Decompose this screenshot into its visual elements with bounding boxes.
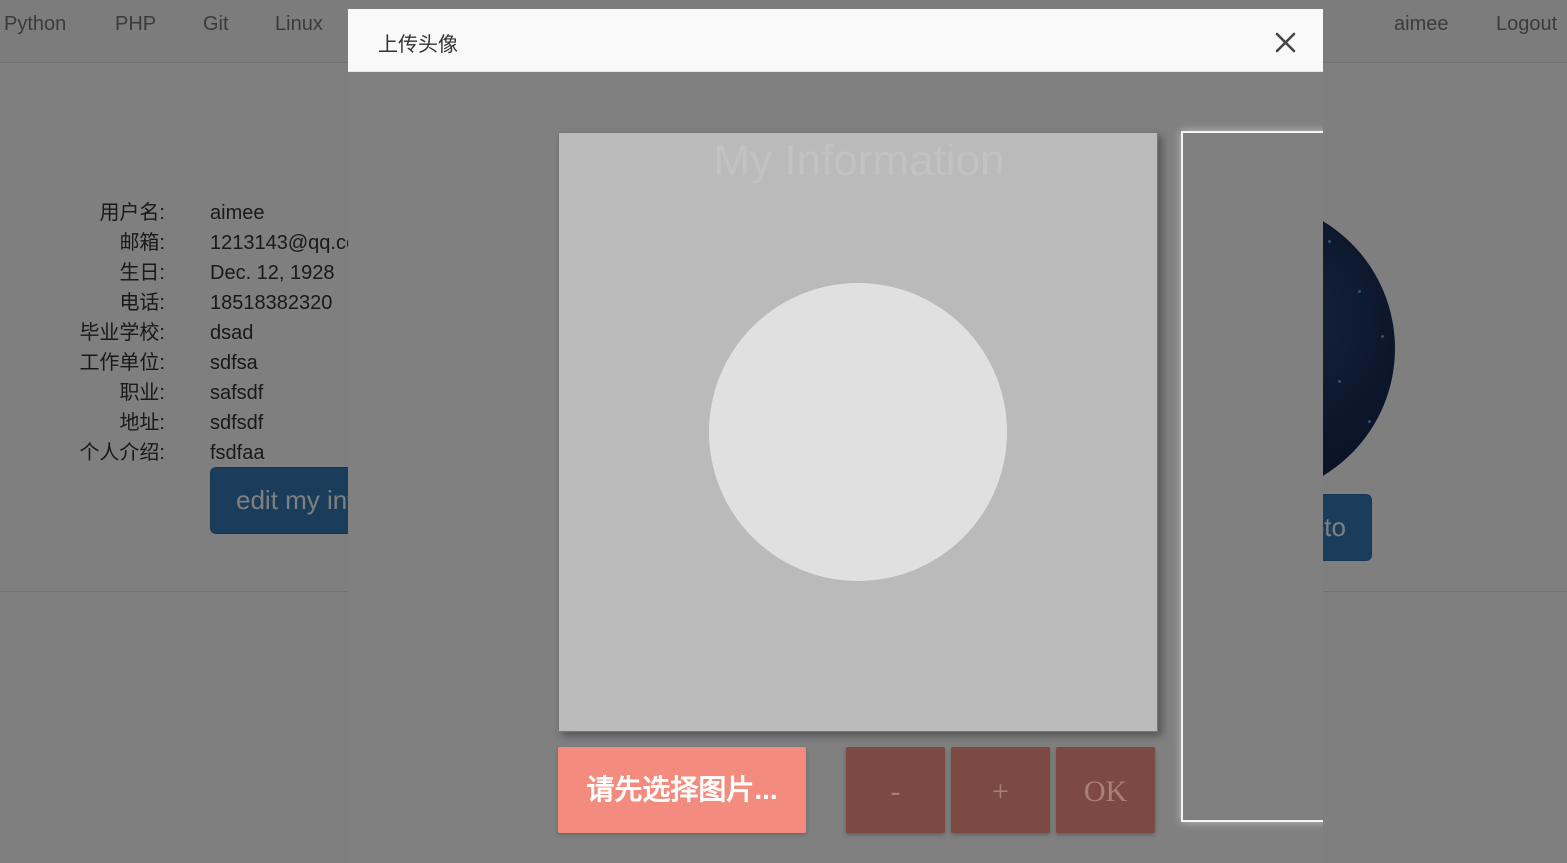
modal-title: 上传头像 [378,34,458,56]
crop-background-ghost-text: My Information [713,136,1005,185]
select-image-button[interactable]: 请先选择图片... [558,747,806,833]
ok-button[interactable]: OK [1056,747,1155,833]
avatar-preview [1181,131,1323,822]
image-crop-area[interactable]: My Information [558,132,1158,732]
modal-header: 上传头像 [348,9,1323,72]
zoom-in-button[interactable]: + [951,747,1050,833]
close-icon[interactable] [1272,28,1300,56]
zoom-out-button[interactable]: - [846,747,945,833]
upload-avatar-modal: 上传头像 My Information 请先选择图片... - + OK [348,9,1323,863]
crop-circle[interactable] [709,283,1007,581]
